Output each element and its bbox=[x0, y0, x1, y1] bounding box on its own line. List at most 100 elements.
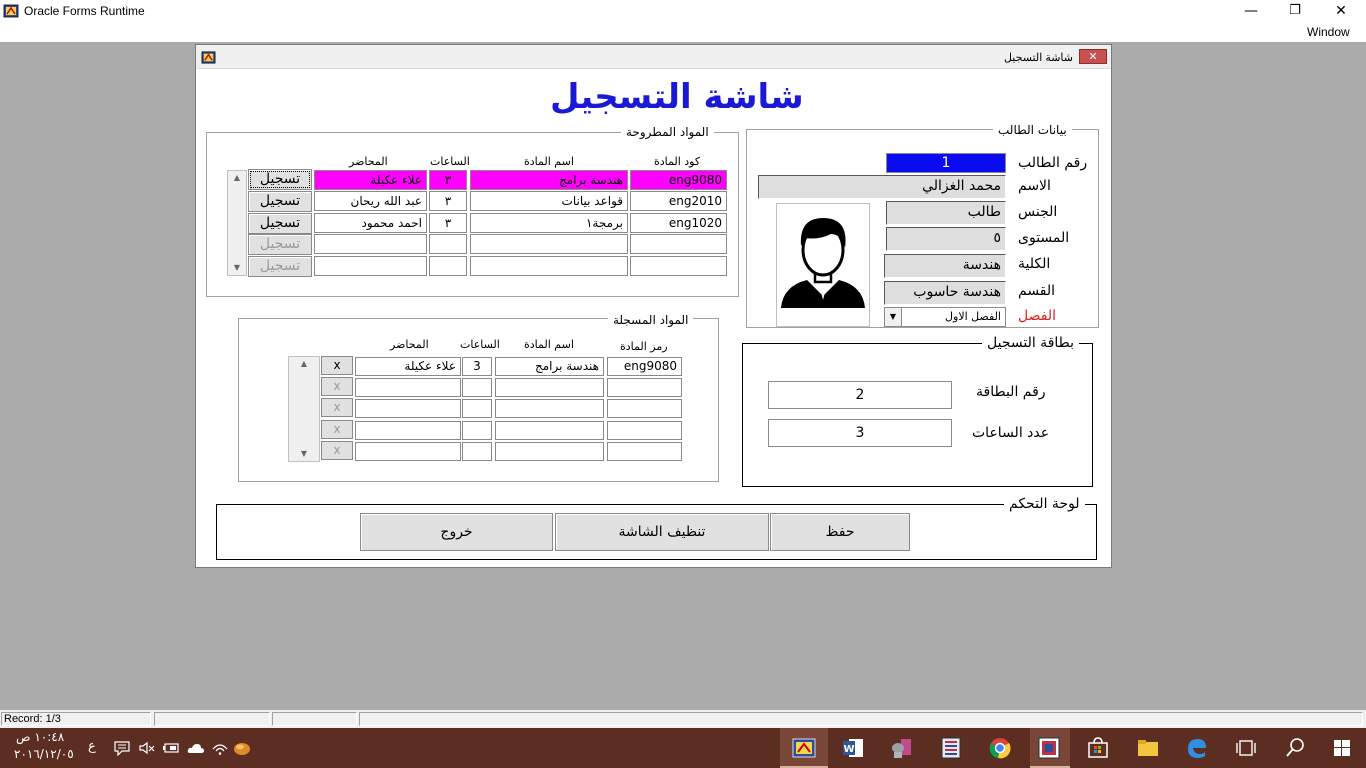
offered-lecturer-cell[interactable] bbox=[314, 234, 427, 254]
register-button[interactable]: تسجيل bbox=[248, 191, 312, 212]
registered-lecturer-cell[interactable] bbox=[355, 421, 461, 440]
offered-hours-cell[interactable] bbox=[429, 234, 467, 254]
registered-code-cell[interactable] bbox=[607, 421, 682, 440]
restore-button[interactable]: ❐ bbox=[1272, 0, 1318, 22]
registered-code-cell[interactable] bbox=[607, 378, 682, 397]
offered-scrollbar[interactable]: ▲ ▼ bbox=[227, 170, 247, 276]
department-field[interactable]: هندسة حاسوب bbox=[884, 281, 1006, 305]
close-button[interactable]: ✕ bbox=[1318, 0, 1364, 22]
chevron-down-icon[interactable]: ▼ bbox=[884, 307, 902, 327]
student-id-field[interactable]: 1 bbox=[886, 153, 1006, 173]
offered-hours-cell[interactable]: ٣ bbox=[429, 191, 467, 211]
offered-code-cell[interactable] bbox=[630, 256, 727, 276]
registered-code-cell[interactable] bbox=[607, 399, 682, 418]
offered-name-cell[interactable] bbox=[470, 234, 628, 254]
semester-select[interactable]: الفصل الاول bbox=[884, 307, 1006, 327]
wifi-icon[interactable] bbox=[212, 740, 228, 756]
offered-name-cell[interactable]: قواعد بيانات bbox=[470, 191, 628, 211]
search-icon[interactable] bbox=[1282, 735, 1308, 761]
offered-lecturer-cell[interactable]: علاء عكيلة bbox=[314, 170, 427, 190]
registered-lecturer-cell[interactable] bbox=[355, 442, 461, 461]
task-view-icon[interactable] bbox=[1233, 735, 1259, 761]
registered-scrollbar[interactable]: ▲ ▼ bbox=[288, 356, 320, 462]
volume-muted-icon[interactable] bbox=[137, 740, 155, 756]
onedrive-icon[interactable] bbox=[187, 740, 205, 756]
word-icon[interactable]: W bbox=[840, 735, 866, 761]
offered-name-cell[interactable]: هندسة برامج bbox=[470, 170, 628, 190]
scroll-up-icon[interactable]: ▲ bbox=[289, 357, 319, 371]
start-button[interactable] bbox=[1318, 728, 1366, 768]
registered-code-cell[interactable]: eng9080 bbox=[607, 357, 682, 376]
offered-name-cell[interactable] bbox=[470, 256, 628, 276]
edge-icon[interactable] bbox=[1184, 735, 1210, 761]
chrome-icon[interactable] bbox=[987, 735, 1013, 761]
register-button[interactable]: تسجيل bbox=[248, 213, 312, 234]
offered-lecturer-cell[interactable]: عبد الله ريحان bbox=[314, 191, 427, 211]
registered-lecturer-cell[interactable]: علاء عكيلة bbox=[355, 357, 461, 376]
college-label: الكلية bbox=[1018, 256, 1051, 272]
delete-button[interactable]: x bbox=[321, 441, 353, 460]
registered-code-cell[interactable] bbox=[607, 442, 682, 461]
offered-hours-cell[interactable]: ٣ bbox=[429, 170, 467, 190]
save-button[interactable]: حفظ bbox=[770, 513, 910, 551]
offered-code-cell[interactable]: eng9080 bbox=[630, 170, 727, 190]
offered-hours-cell[interactable] bbox=[429, 256, 467, 276]
battery-icon[interactable] bbox=[162, 740, 180, 756]
registered-lecturer-cell[interactable] bbox=[355, 399, 461, 418]
scroll-up-icon[interactable]: ▲ bbox=[228, 171, 246, 185]
offered-hours-cell[interactable]: ٣ bbox=[429, 213, 467, 233]
registered-name-cell[interactable] bbox=[495, 421, 604, 440]
app-titlebar bbox=[0, 0, 1366, 22]
offered-name-cell[interactable]: برمجة١ bbox=[470, 213, 628, 233]
form-close-button[interactable]: ✕ bbox=[1079, 49, 1107, 64]
input-language[interactable]: ع bbox=[88, 739, 96, 754]
action-center-icon[interactable] bbox=[113, 740, 131, 756]
hours-count-field[interactable]: 3 bbox=[768, 419, 952, 447]
registered-lecturer-cell[interactable] bbox=[355, 378, 461, 397]
student-name-field[interactable]: محمد الغزالي bbox=[758, 175, 1006, 199]
registered-name-cell[interactable] bbox=[495, 399, 604, 418]
registered-name-cell[interactable] bbox=[495, 442, 604, 461]
oracle-forms-runtime-icon[interactable] bbox=[791, 735, 817, 761]
card-number-field[interactable]: 2 bbox=[768, 381, 952, 409]
minimize-button[interactable]: — bbox=[1228, 0, 1274, 22]
delete-button[interactable]: x bbox=[321, 420, 353, 439]
offered-lecturer-cell[interactable] bbox=[314, 256, 427, 276]
registered-hours-cell[interactable] bbox=[462, 399, 492, 418]
menu-window[interactable]: Window bbox=[1307, 25, 1350, 39]
registered-header-code: رمز المادة bbox=[620, 340, 668, 353]
oracle-builder-icon[interactable] bbox=[1036, 735, 1062, 761]
register-button[interactable]: تسجيل bbox=[248, 256, 312, 277]
file-explorer-icon[interactable] bbox=[1135, 735, 1161, 761]
clock-date[interactable]: ٢٠١٦/١٢/٠٥ bbox=[14, 747, 74, 761]
database-tool-icon[interactable] bbox=[889, 735, 915, 761]
delete-button[interactable]: x bbox=[321, 356, 353, 375]
registered-hours-cell[interactable] bbox=[462, 442, 492, 461]
registered-name-cell[interactable] bbox=[495, 378, 604, 397]
registered-name-cell[interactable]: هندسة برامج bbox=[495, 357, 604, 376]
offered-code-cell[interactable] bbox=[630, 234, 727, 254]
scroll-down-icon[interactable]: ▼ bbox=[228, 261, 246, 275]
delete-button[interactable]: x bbox=[321, 377, 353, 396]
card-number-label: رقم البطاقة bbox=[976, 384, 1046, 400]
registered-hours-cell[interactable]: 3 bbox=[462, 357, 492, 376]
clear-screen-button[interactable]: تنظيف الشاشة bbox=[555, 513, 769, 551]
pinned-app-icon[interactable] bbox=[233, 740, 251, 756]
offered-code-cell[interactable]: eng1020 bbox=[630, 213, 727, 233]
exit-button[interactable]: خروج bbox=[360, 513, 553, 551]
gender-field[interactable]: طالب bbox=[886, 201, 1006, 225]
delete-button[interactable]: x bbox=[321, 398, 353, 417]
form-builder-icon[interactable] bbox=[938, 735, 964, 761]
offered-code-cell[interactable]: eng2010 bbox=[630, 191, 727, 211]
register-button[interactable]: تسجيل bbox=[248, 169, 312, 190]
register-button[interactable]: تسجيل bbox=[248, 234, 312, 255]
clock-time[interactable]: ١٠:٤٨ ص bbox=[16, 730, 64, 744]
college-field[interactable]: هندسة bbox=[884, 254, 1006, 278]
registered-hours-cell[interactable] bbox=[462, 421, 492, 440]
scroll-down-icon[interactable]: ▼ bbox=[289, 447, 319, 461]
store-icon[interactable] bbox=[1085, 735, 1111, 761]
app-title: Oracle Forms Runtime bbox=[24, 4, 145, 18]
level-field[interactable]: ٥ bbox=[886, 227, 1006, 251]
offered-lecturer-cell[interactable]: احمد محمود bbox=[314, 213, 427, 233]
registered-hours-cell[interactable] bbox=[462, 378, 492, 397]
